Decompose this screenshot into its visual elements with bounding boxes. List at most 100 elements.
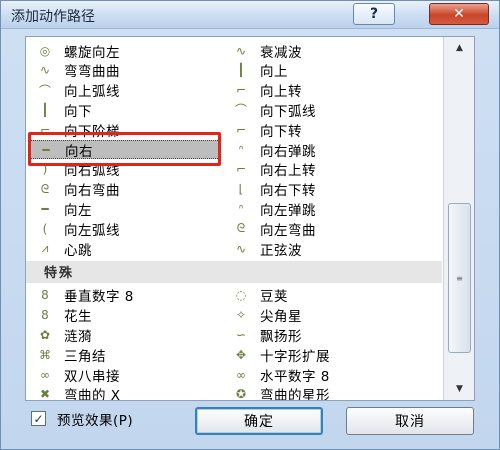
path-item[interactable]: ∞ 水平数字 8 xyxy=(226,365,416,385)
ok-button[interactable]: 确定 xyxy=(195,407,323,435)
path-item-label: 心跳 xyxy=(64,242,92,259)
path-item[interactable]: ) 向右弧线 xyxy=(30,160,220,179)
path-item-label: 水平数字 8 xyxy=(260,368,330,385)
motion-path-list[interactable]: ◎ 螺旋向左 ∿ 衰减波 ∿ 弯弯曲曲 ┃ 向上 ⌒ 向上弧线 ⌐ 向上转 ┃ 向下 ⌒ 向下弧线 ⌐ 向下阶梯 ⌐… xyxy=(25,36,475,401)
path-item-label: 向右上转 xyxy=(260,163,316,180)
list-row: ⌐ 向下阶梯 ⌐ 向下转 xyxy=(26,120,442,140)
decaying-wave-icon: ∿ xyxy=(235,43,247,58)
path-item[interactable]: ᘓ 向右弯曲 xyxy=(30,180,220,200)
list-row: ∿ 弯弯曲曲 ┃ 向上 xyxy=(26,61,442,80)
path-item[interactable]: ◎ 螺旋向左 xyxy=(30,41,220,61)
path-item-label: 向上 xyxy=(260,64,288,81)
path-item[interactable]: ⌘ 三角结 xyxy=(30,345,220,365)
bean-icon: ◌ xyxy=(235,288,247,303)
help-button[interactable]: ? xyxy=(353,3,395,25)
path-item-label: 向上弧线 xyxy=(64,84,120,101)
path-item[interactable]: ᘓ 向左弯曲 xyxy=(226,219,416,239)
path-item-label: 螺旋向左 xyxy=(64,44,120,61)
title-bar: 添加动作路径 ? ✕ xyxy=(1,1,499,29)
peanut-icon: 8 xyxy=(41,308,49,323)
path-item[interactable]: ⌐ 向下阶梯 xyxy=(30,120,220,140)
path-item[interactable]: ✥ 十字形扩展 xyxy=(226,345,416,365)
path-item-label: 向下阶梯 xyxy=(64,123,120,140)
path-item[interactable]: (向左弧线 xyxy=(30,219,220,239)
path-item-label: 尖角星 xyxy=(260,309,302,326)
curvy-icon: ∿ xyxy=(39,63,51,78)
path-item[interactable]: ⩘ 心跳 xyxy=(30,239,220,259)
preview-checkbox[interactable]: ✓ xyxy=(31,411,46,426)
path-item-label: 正弦波 xyxy=(260,242,302,259)
heartbeat-icon: ⩘ xyxy=(41,241,49,255)
scroll-thumb[interactable]: ≡ xyxy=(448,203,471,353)
path-item[interactable]: ✖ 弯曲的 X xyxy=(30,385,220,401)
path-item[interactable]: ━ 向左 xyxy=(30,199,220,219)
path-item-label: 弯曲的星形 xyxy=(260,388,330,401)
path-item[interactable]: 8 垂直数字 8 xyxy=(30,286,220,305)
arc-up-icon: ⌒ xyxy=(38,83,51,98)
list-row: ✖ 弯曲的 X ✪ 弯曲的星形 xyxy=(26,385,442,401)
path-item[interactable]: ⌒ 向上弧线 xyxy=(30,81,220,101)
path-item[interactable]: ᐢ 向左弹跳 xyxy=(226,199,416,219)
path-item[interactable]: 8 花生 xyxy=(30,306,220,325)
close-button[interactable]: ✕ xyxy=(429,3,489,25)
curve-left-icon: ᘓ xyxy=(236,221,246,236)
scroll-up-icon[interactable]: ▲ xyxy=(446,39,473,57)
path-item[interactable]: ∿ 弯弯曲曲 xyxy=(30,61,220,80)
path-item[interactable]: ∿ 衰减波 xyxy=(226,41,416,61)
path-item[interactable]: ⌊ 向右下转 xyxy=(226,180,416,199)
turn-down-icon: ⌐ xyxy=(235,122,247,137)
double-eight-icon: ∞ xyxy=(40,367,50,382)
list-row: ━ 向左 ᐢ 向左弹跳 xyxy=(26,199,442,219)
path-item[interactable]: ◌ 豆荚 xyxy=(226,286,416,305)
path-item[interactable]: ✧ 尖角星 xyxy=(226,306,416,325)
path-item-label: 向右弧线 xyxy=(64,163,120,180)
path-item[interactable]: ━ 向右 xyxy=(30,140,220,160)
section-header-special: 特殊 xyxy=(26,260,442,283)
preview-label: 预览效果(P) xyxy=(57,413,134,429)
path-item[interactable]: ∞ 双八串接 xyxy=(30,365,220,385)
turn-down-right-icon: ⌊ xyxy=(238,182,244,197)
list-row: 8 花生 ✧ 尖角星 xyxy=(26,306,442,325)
curve-right-icon: ᘓ xyxy=(40,181,50,196)
list-row: ⌘ 三角结 ✥ 十字形扩展 xyxy=(26,345,442,365)
path-item-label: 向下弧线 xyxy=(260,103,316,120)
path-item[interactable]: ┃ 向下 xyxy=(30,100,220,120)
list-row: ∞ 双八串接 ∞ 水平数字 8 xyxy=(26,365,442,385)
list-row: ✿ 涟漪 ∽ 飘扬形 xyxy=(26,325,442,345)
list-scrollbar[interactable]: ▲ ≡ ▼ xyxy=(443,37,474,400)
path-item-label: 十字形扩展 xyxy=(260,348,330,365)
path-item-label: 向右下转 xyxy=(260,183,316,200)
path-item-label: 向左弹跳 xyxy=(260,202,316,219)
add-motion-path-dialog: 添加动作路径 ? ✕ ◎ 螺旋向左 ∿ 衰减波 ∿ 弯弯曲曲 ┃ 向上 ⌒ 向上弧线 ⌐ 向上转 ┃ 向下… xyxy=(0,0,500,450)
path-item[interactable]: ┃ 向上 xyxy=(226,61,416,80)
path-item[interactable]: ⌐ 向右上转 xyxy=(226,160,416,179)
path-item[interactable]: ⌐ 向上转 xyxy=(226,81,416,100)
path-item[interactable]: ᐢ 向右弹跳 xyxy=(226,140,416,160)
turn-up-right-icon: ⌐ xyxy=(235,162,247,177)
path-item[interactable]: ∽ 飘扬形 xyxy=(226,325,416,345)
arc-right-icon: ) xyxy=(42,162,48,177)
path-item-label: 豆荚 xyxy=(260,289,288,306)
scroll-down-icon[interactable]: ▼ xyxy=(446,380,473,398)
bounce-right-icon: ᐢ xyxy=(238,142,244,157)
path-item[interactable]: ⌒ 向下弧线 xyxy=(226,100,416,120)
path-item-label: 向下 xyxy=(64,103,92,120)
path-item[interactable]: ⌐ 向下转 xyxy=(226,120,416,140)
path-item-label: 飘扬形 xyxy=(260,328,302,345)
path-item-label: 向右弯曲 xyxy=(64,183,120,200)
arc-left-icon: ( xyxy=(42,221,48,236)
list-row: 8 垂直数字 8 ◌ 豆荚 xyxy=(26,286,442,305)
spiral-left-icon: ◎ xyxy=(39,43,51,58)
cancel-button[interactable]: 取消 xyxy=(346,407,474,435)
up-icon: ┃ xyxy=(237,63,245,78)
path-item-label: 双八串接 xyxy=(64,368,120,385)
dialog-title: 添加动作路径 xyxy=(11,9,95,25)
path-item[interactable]: ✿ 涟漪 xyxy=(30,325,220,345)
path-item-label: 弯曲的 X xyxy=(64,388,121,401)
down-icon: ┃ xyxy=(41,102,49,117)
path-item[interactable]: ∿ 正弦波 xyxy=(226,239,416,259)
list-row: ) 向右弧线 ⌐ 向右上转 xyxy=(26,160,442,179)
path-item[interactable]: ✪ 弯曲的星形 xyxy=(226,385,416,401)
path-item-label: 向右 xyxy=(65,143,93,160)
list-row: ◎ 螺旋向左 ∿ 衰减波 xyxy=(26,41,442,61)
